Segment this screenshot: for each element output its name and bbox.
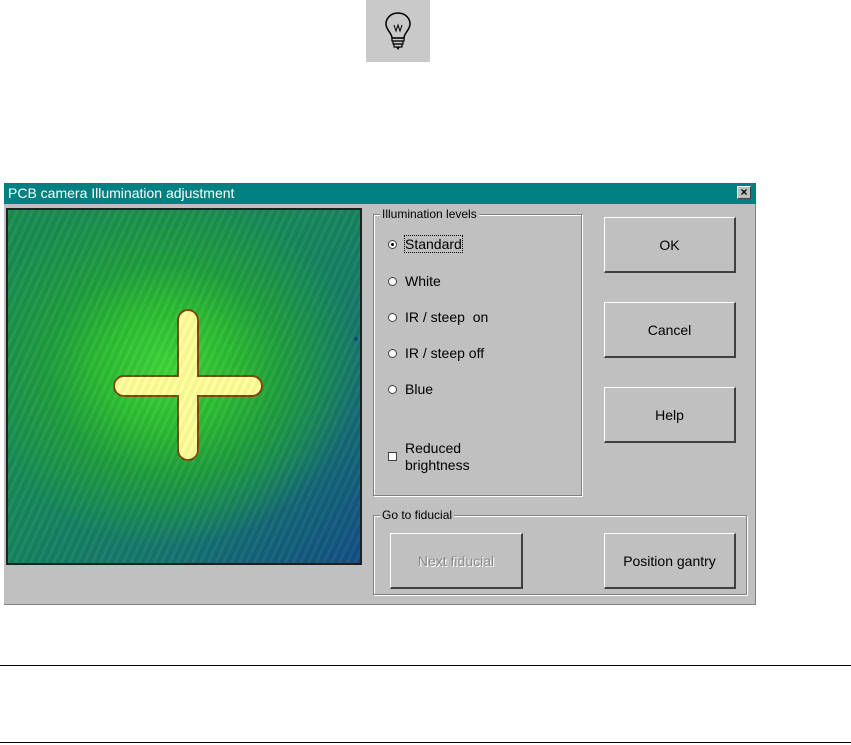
radio-dot[interactable]	[388, 385, 397, 394]
radio-dot[interactable]	[388, 277, 397, 286]
radio-dot[interactable]	[388, 240, 397, 249]
fiducial-cross-image	[113, 309, 358, 461]
radio-label: IR / steep off	[405, 345, 485, 361]
illumination-toolbar-button[interactable]	[366, 0, 430, 62]
radio-dot[interactable]	[388, 313, 397, 322]
ok-button[interactable]: OK	[604, 217, 736, 273]
help-button[interactable]: Help	[604, 387, 736, 443]
next-fiducial-button[interactable]: Next fiducial	[390, 533, 523, 589]
close-button[interactable]: ×	[737, 186, 751, 199]
radio-label: White	[405, 273, 441, 289]
radio-label: Standard	[404, 235, 463, 253]
divider-bottom	[0, 742, 851, 743]
illumination-levels-label: Illumination levels	[380, 207, 479, 221]
reduced-brightness-label: Reduced brightness	[405, 440, 470, 473]
dialog-title: PCB camera Illumination adjustment	[8, 185, 235, 201]
radio-label: Blue	[405, 381, 434, 397]
illumination-levels-group: Illumination levels Standard White IR / …	[373, 207, 582, 496]
divider-top	[0, 665, 851, 666]
position-gantry-button[interactable]: Position gantry	[604, 533, 736, 589]
go-to-fiducial-group: Go to fiducial Next fiducial Position ga…	[373, 508, 747, 595]
go-to-fiducial-label: Go to fiducial	[380, 508, 455, 522]
light-bulb-icon	[385, 12, 411, 50]
cancel-button[interactable]: Cancel	[604, 302, 736, 358]
dialog-titlebar: PCB camera Illumination adjustment ×	[4, 183, 756, 204]
radio-dot[interactable]	[388, 349, 397, 358]
checkbox-box[interactable]	[388, 452, 397, 461]
illumination-dialog: PCB camera Illumination adjustment × Ill…	[4, 183, 756, 605]
radio-label: IR / steep on	[405, 309, 489, 325]
camera-view	[6, 208, 362, 565]
